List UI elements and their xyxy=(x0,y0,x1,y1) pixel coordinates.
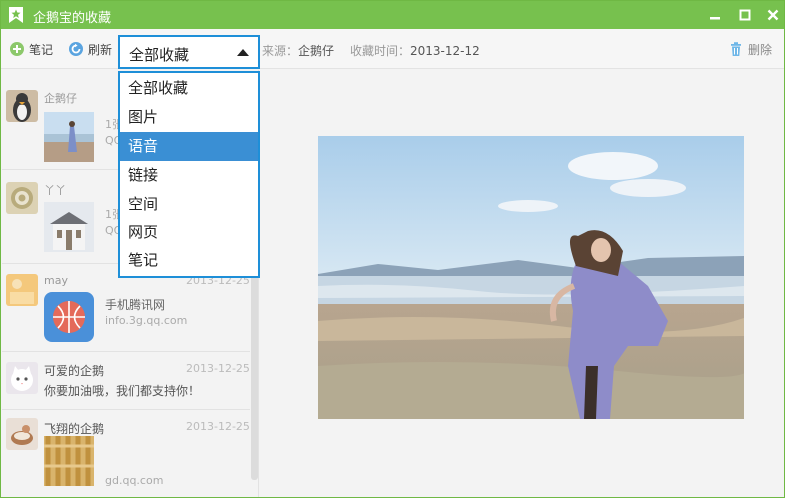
item-date: 2013-12-25 xyxy=(186,420,250,433)
note-label: 笔记 xyxy=(29,42,54,57)
filter-option-notes[interactable]: 笔记 xyxy=(120,246,258,275)
thumbnail xyxy=(44,436,94,486)
preview-image xyxy=(318,136,744,419)
item-sender: 可爱的企鹅 xyxy=(44,364,105,378)
preview-pane xyxy=(260,70,784,497)
filter-option-links[interactable]: 链接 xyxy=(120,161,258,190)
delete-label: 删除 xyxy=(748,42,773,57)
refresh-label: 刷新 xyxy=(88,42,113,57)
avatar xyxy=(6,418,38,450)
filter-option-all[interactable]: 全部收藏 xyxy=(120,74,258,103)
avatar xyxy=(6,90,38,122)
item-sender: 飞翔的企鹅 xyxy=(44,422,105,436)
source-value: 企鹅仔 xyxy=(298,44,335,58)
filter-selected-value: 全部收藏 xyxy=(129,46,190,64)
item-url: gd.qq.com xyxy=(105,474,164,487)
app-icon-thumbnail xyxy=(44,292,94,342)
filter-dropdown: 全部收藏 图片 语音 链接 空间 网页 笔记 xyxy=(118,71,260,278)
star-bookmark-icon xyxy=(9,7,23,23)
item-date: 2013-12-25 xyxy=(186,362,250,375)
filter-option-images[interactable]: 图片 xyxy=(120,103,258,132)
item-sender: may xyxy=(44,274,68,287)
maximize-icon[interactable] xyxy=(736,6,754,24)
refresh-button[interactable]: 刷新 xyxy=(68,41,112,57)
item-url: info.3g.qq.com xyxy=(105,314,188,327)
item-text: 你要加油哦，我们都支持你！ xyxy=(44,384,201,398)
filter-select[interactable]: 全部收藏 xyxy=(118,35,260,69)
filter-option-webpages[interactable]: 网页 xyxy=(120,218,258,247)
thumbnail xyxy=(44,202,94,252)
source-label: 来源： xyxy=(262,44,299,58)
favorites-window: 企鹅宝的收藏 笔记 刷新 来源：企鹅仔 收藏时间：2013-12-12 删除 企… xyxy=(0,0,785,498)
time-label: 收藏时间： xyxy=(350,44,411,58)
avatar xyxy=(6,274,38,306)
title-bar: 企鹅宝的收藏 xyxy=(1,1,784,29)
item-link-title: 手机腾讯网 xyxy=(105,298,166,312)
list-item[interactable]: 可爱的企鹅 2013-12-25 你要加油哦，我们都支持你！ xyxy=(2,352,250,410)
avatar xyxy=(6,362,38,394)
window-title: 企鹅宝的收藏 xyxy=(33,11,112,26)
thumbnail xyxy=(44,112,94,162)
close-icon[interactable] xyxy=(764,6,782,24)
time-info: 收藏时间：2013-12-12 xyxy=(350,42,480,59)
plus-circle-icon xyxy=(10,42,24,56)
avatar xyxy=(6,182,38,214)
item-sender: 丫丫 xyxy=(44,184,66,197)
list-item[interactable]: 飞翔的企鹅 2013-12-25 gd.qq.com xyxy=(2,410,250,497)
source-info: 来源：企鹅仔 xyxy=(262,42,334,59)
refresh-icon xyxy=(69,42,83,56)
time-value: 2013-12-12 xyxy=(410,44,480,58)
trash-icon xyxy=(731,42,741,56)
filter-option-voice[interactable]: 语音 xyxy=(120,132,258,161)
delete-button[interactable]: 删除 xyxy=(728,41,772,57)
filter-option-qzone[interactable]: 空间 xyxy=(120,190,258,219)
new-note-button[interactable]: 笔记 xyxy=(9,41,53,57)
caret-up-icon xyxy=(237,49,249,56)
item-sender: 企鹅仔 xyxy=(44,92,77,105)
minimize-icon[interactable] xyxy=(706,6,724,24)
